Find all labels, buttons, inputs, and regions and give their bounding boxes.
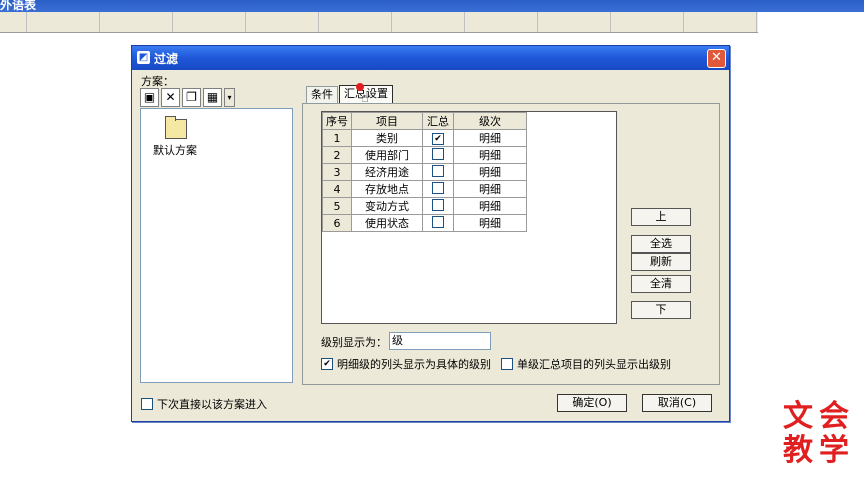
filter-dialog: ◩ 过滤 ✕ 方案： ▣ ✕ ❐ ▦ ▾ 默认方案 下次直接以该方案进入 条件 … [131,45,730,422]
row-level[interactable]: 明细 [453,214,527,232]
row-item: 存放地点 [351,180,423,198]
watermark-char: 会 [819,399,849,434]
watermark-char: 学 [819,433,849,468]
scheme-toolbar: ▣ ✕ ❐ ▦ ▾ [140,88,235,107]
row-summary-cell [422,180,454,198]
summary-table-container: 序号 项目 汇总 级次 1 类别 ✔ 明细 2 使用部门 明细 3 经济用途 明细 4 存放地点 明细 5… [321,111,617,324]
row-level[interactable]: 明细 [453,146,527,164]
app-titlebar: 外语表 [0,0,864,12]
table-row[interactable]: 5 变动方式 明细 [322,197,527,215]
table-row[interactable]: 6 使用状态 明细 [322,214,527,232]
close-icon[interactable]: ✕ [707,49,726,68]
row-item: 类别 [351,129,423,147]
table-row[interactable]: 3 经济用途 明细 [322,163,527,181]
dialog-titlebar[interactable]: ◩ 过滤 ✕ [132,46,729,70]
copy-icon[interactable]: ❐ [182,88,201,107]
delete-icon[interactable]: ✕ [161,88,180,107]
row-item: 变动方式 [351,197,423,215]
table-row[interactable]: 2 使用部门 明细 [322,146,527,164]
column-header-summary: 汇总 [422,112,454,130]
table-row[interactable]: 4 存放地点 明细 [322,180,527,198]
row-seq: 4 [322,180,352,198]
row-level[interactable]: 明细 [453,180,527,198]
tab-conditions[interactable]: 条件 [306,86,338,103]
row-summary-cell: ✔ [422,129,454,147]
option-detail-level[interactable]: ✔ 明细级的列头显示为具体的级别 [321,356,491,372]
row-summary-checkbox[interactable] [432,198,444,211]
row-level[interactable]: 明细 [453,129,527,147]
column-header-item: 项目 [351,112,423,130]
chevron-down-icon[interactable]: ▾ [224,88,235,107]
row-level[interactable]: 明细 [453,197,527,215]
background-grid-header [0,12,758,33]
row-seq: 2 [322,146,352,164]
scheme-label: 方案： [141,75,174,88]
row-seq: 5 [322,197,352,215]
watermark-char: 文 [783,399,813,434]
row-item: 使用状态 [351,214,423,232]
direct-enter-checkbox[interactable] [141,398,153,410]
level-display-label: 级别显示为： [321,336,387,349]
row-item: 使用部门 [351,146,423,164]
dialog-title: 过滤 [154,52,179,66]
column-header-seq: 序号 [322,112,352,130]
dialog-app-icon: ◩ [137,51,150,64]
option-single-label: 单级汇总项目的列头显示出级别 [517,358,671,371]
watermark-char: 教 [783,433,813,468]
row-summary-checkbox[interactable] [432,147,444,160]
move-up-button[interactable]: 上 [631,208,691,226]
clear-all-button[interactable]: 全清 [631,275,691,293]
grid-icon[interactable]: ▦ [203,88,222,107]
click-indicator [356,83,364,91]
summary-table: 序号 项目 汇总 级次 1 类别 ✔ 明细 2 使用部门 明细 3 经济用途 明细 4 存放地点 明细 5… [322,112,527,232]
row-seq: 6 [322,214,352,232]
row-summary-checkbox[interactable]: ✔ [432,133,444,145]
row-item: 经济用途 [351,163,423,181]
ok-button[interactable]: 确定(O) [557,394,627,412]
row-summary-cell [422,197,454,215]
direct-enter-option[interactable]: 下次直接以该方案进入 [141,396,267,412]
save-icon[interactable]: ▣ [140,88,159,107]
refresh-button[interactable]: 刷新 [631,253,691,271]
column-header-level: 级次 [453,112,527,130]
row-level[interactable]: 明细 [453,163,527,181]
row-summary-checkbox[interactable] [432,164,444,177]
summary-settings-panel: 序号 项目 汇总 级次 1 类别 ✔ 明细 2 使用部门 明细 3 经济用途 明细 4 存放地点 明细 5… [302,103,720,385]
scheme-item-label: 默认方案 [153,144,197,157]
level-display-input[interactable]: 级 [389,332,491,350]
row-summary-cell [422,163,454,181]
direct-enter-label: 下次直接以该方案进入 [157,398,267,411]
watermark-logo: 文 会 教 学 [780,400,852,468]
cancel-button[interactable]: 取消(C) [642,394,712,412]
move-down-button[interactable]: 下 [631,301,691,319]
row-summary-checkbox[interactable] [432,215,444,228]
row-seq: 3 [322,163,352,181]
select-all-button[interactable]: 全选 [631,235,691,253]
row-summary-cell [422,214,454,232]
scheme-list: 默认方案 [140,108,293,383]
row-seq: 1 [322,129,352,147]
row-summary-cell [422,146,454,164]
option-single-checkbox[interactable] [501,358,513,370]
mouse-cursor-icon: ☝ [361,91,369,106]
option-single-level[interactable]: 单级汇总项目的列头显示出级别 [501,356,671,372]
row-summary-checkbox[interactable] [432,181,444,194]
option-detail-label: 明细级的列头显示为具体的级别 [337,358,491,371]
folder-icon [165,116,187,139]
option-detail-checkbox[interactable]: ✔ [321,358,333,370]
tab-strip: 条件 汇总设置 [306,85,394,104]
table-row[interactable]: 1 类别 ✔ 明细 [322,129,527,147]
